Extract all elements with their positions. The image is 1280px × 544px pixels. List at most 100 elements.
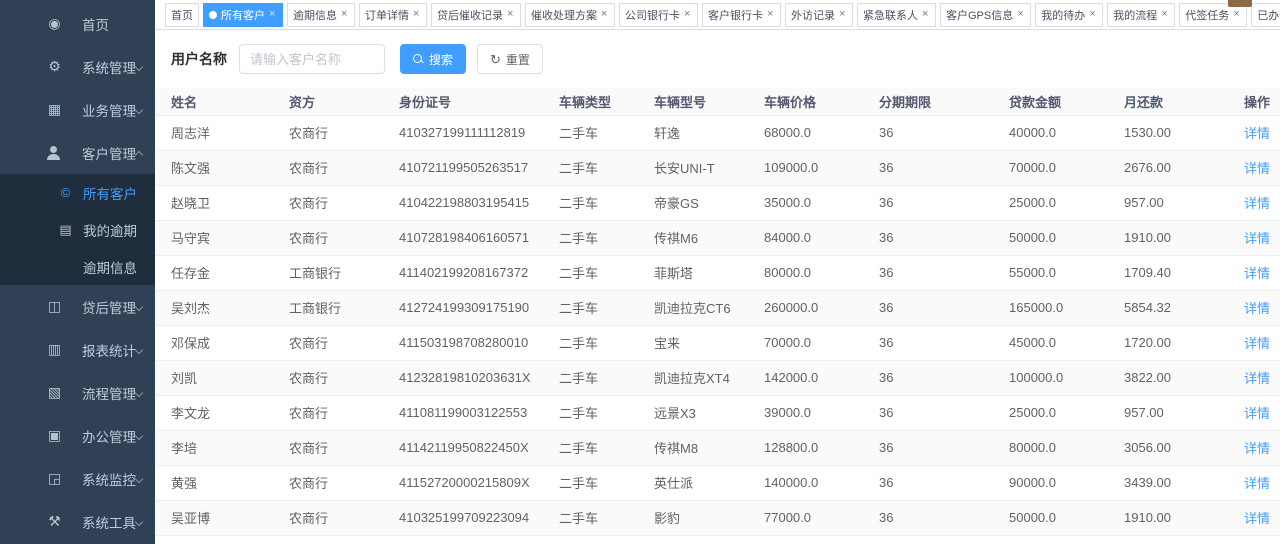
tab-close-icon[interactable]: × (684, 9, 692, 20)
tab-close-icon[interactable]: × (1017, 9, 1025, 20)
tab-订单详情[interactable]: 订单详情 × (359, 3, 427, 27)
detail-link[interactable]: 详情 (1244, 511, 1270, 526)
table-cell-action: 详情 (1244, 115, 1280, 150)
reset-button[interactable]: ↻ 重置 (477, 44, 543, 74)
tab-贷后催收记录[interactable]: 贷后催收记录 × (431, 3, 521, 27)
sidebar-item-我的逾期[interactable]: ▤ 我的逾期 (0, 211, 155, 248)
sidebar-item-办公管理[interactable]: ▣ 办公管理 (0, 414, 155, 457)
table-cell: 黄强 (155, 465, 289, 500)
detail-link[interactable]: 详情 (1244, 336, 1270, 351)
table-cell: 140000.0 (764, 465, 879, 500)
tab-紧急联系人[interactable]: 紧急联系人 × (857, 3, 936, 27)
tab-客户银行卡[interactable]: 客户银行卡 × (702, 3, 781, 27)
detail-link[interactable]: 详情 (1244, 301, 1270, 316)
column-header-资方: 资方 (289, 88, 399, 115)
tab-外访记录[interactable]: 外访记录 × (785, 3, 853, 27)
sidebar-item-贷后管理[interactable]: ◫ 贷后管理 (0, 285, 155, 328)
tab-客户GPS信息[interactable]: 客户GPS信息 × (940, 3, 1031, 27)
sidebar-item-流程管理[interactable]: ▧ 流程管理 (0, 371, 155, 414)
tab-公司银行卡[interactable]: 公司银行卡 × (619, 3, 698, 27)
table-cell-action: 详情 (1244, 325, 1280, 360)
detail-link[interactable]: 详情 (1244, 161, 1270, 176)
tab-已办任务[interactable]: 已办任务 × (1251, 3, 1280, 27)
table-cell: 农商行 (289, 395, 399, 430)
sidebar-menu-top: ◉ 首页 ⚙ 系统管理 ▦ 业务管理 客户管理 (0, 2, 155, 174)
table-cell: 1720.00 (1124, 325, 1244, 360)
customer-name-input[interactable] (239, 44, 385, 74)
table-cell: 赵晓卫 (155, 185, 289, 220)
sidebar-item-逾期信息[interactable]: 逾期信息 (0, 248, 155, 285)
tab-我的待办[interactable]: 我的待办 × (1035, 3, 1103, 27)
main-area: 首页 所有客户 × 逾期信息 × 订单详情 × 贷后催收记录 × 催收处理方案 … (155, 0, 1280, 544)
table-cell: 1910.00 (1124, 220, 1244, 255)
avatar[interactable] (1228, 0, 1252, 7)
table-row: 任存金工商银行411402199208167372二手车菲斯塔80000.036… (155, 255, 1280, 290)
table-cell: 二手车 (559, 465, 654, 500)
tab-我的流程[interactable]: 我的流程 × (1107, 3, 1175, 27)
tab-close-icon[interactable]: × (601, 9, 609, 20)
tab-close-icon[interactable]: × (839, 9, 847, 20)
tab-close-icon[interactable]: × (1089, 9, 1097, 20)
tab-首页[interactable]: 首页 (165, 3, 199, 27)
table-cell: 马守宾 (155, 220, 289, 255)
chevron-up-icon (135, 150, 143, 158)
sidebar-item-系统工具[interactable]: ⚒ 系统工具 (0, 500, 155, 543)
table-cell: 传祺M8 (654, 430, 764, 465)
table-row: 赵晓卫农商行410422198803195415二手车帝豪GS35000.036… (155, 185, 1280, 220)
detail-link[interactable]: 详情 (1244, 406, 1270, 421)
tab-close-icon[interactable]: × (767, 9, 775, 20)
table-cell-action: 详情 (1244, 220, 1280, 255)
table-cell: 3439.00 (1124, 465, 1244, 500)
table-cell: 411402199208167372 (399, 255, 559, 290)
table-cell: 农商行 (289, 325, 399, 360)
sidebar-item-系统监控[interactable]: ◲ 系统监控 (0, 457, 155, 500)
detail-link[interactable]: 详情 (1244, 126, 1270, 141)
table-cell: 36 (879, 500, 1009, 535)
table-cell: 二手车 (559, 535, 654, 544)
table-cell-action: 详情 (1244, 150, 1280, 185)
tab-close-icon[interactable]: × (413, 9, 421, 20)
table-cell: 36 (879, 430, 1009, 465)
table-cell: 二手车 (559, 220, 654, 255)
detail-link[interactable]: 详情 (1244, 231, 1270, 246)
detail-link[interactable]: 详情 (1244, 371, 1270, 386)
table-cell: 410422198803195415 (399, 185, 559, 220)
table-cell: 410327199111112819 (399, 115, 559, 150)
column-header-车辆型号: 车辆型号 (654, 88, 764, 115)
table-cell: 二手车 (559, 115, 654, 150)
sidebar-item-客户管理[interactable]: 客户管理 (0, 131, 155, 174)
sidebar-item-报表统计[interactable]: ▥ 报表统计 (0, 328, 155, 371)
tab-close-icon[interactable]: × (269, 9, 277, 20)
search-button[interactable]: 搜索 (400, 44, 466, 74)
table-cell: 165000.0 (1009, 290, 1124, 325)
tab-逾期信息[interactable]: 逾期信息 × (287, 3, 355, 27)
chevron-down-icon (135, 517, 143, 525)
tab-close-icon[interactable]: × (922, 9, 930, 20)
tab-催收处理方案[interactable]: 催收处理方案 × (525, 3, 615, 27)
table-cell-action: 详情 (1244, 290, 1280, 325)
tab-所有客户[interactable]: 所有客户 × (203, 3, 283, 27)
table-row: 李培农商行41142119950822450X二手车传祺M8128800.036… (155, 430, 1280, 465)
detail-link[interactable]: 详情 (1244, 266, 1270, 281)
detail-link[interactable]: 详情 (1244, 196, 1270, 211)
detail-link[interactable]: 详情 (1244, 441, 1270, 456)
sidebar-menu-bottom: ◫ 贷后管理 ▥ 报表统计 ▧ 流程管理 ▣ 办公管理 ◲ 系统监控 ⚒ 系统工… (0, 285, 155, 543)
tab-close-icon[interactable]: × (341, 9, 349, 20)
sidebar-item-业务管理[interactable]: ▦ 业务管理 (0, 88, 155, 131)
tab-close-icon[interactable]: × (1161, 9, 1169, 20)
table-cell: 84000.0 (764, 220, 879, 255)
column-header-分期期限: 分期期限 (879, 88, 1009, 115)
detail-link[interactable]: 详情 (1244, 476, 1270, 491)
table-row: 黄强农商行41152720000215809X二手车英仕派140000.0369… (155, 465, 1280, 500)
sidebar-item-所有客户[interactable]: © 所有客户 (0, 174, 155, 211)
sidebar-item-系统管理[interactable]: ⚙ 系统管理 (0, 45, 155, 88)
table-cell: 55000.0 (1009, 255, 1124, 290)
table-cell: 25000.0 (1009, 395, 1124, 430)
tab-close-icon[interactable]: × (1233, 9, 1241, 20)
table-cell: 80000.0 (1009, 430, 1124, 465)
tab-close-icon[interactable]: × (507, 9, 515, 20)
sidebar-item-首页[interactable]: ◉ 首页 (0, 2, 155, 45)
table-cell: 68000.0 (764, 115, 879, 150)
column-header-车辆价格: 车辆价格 (764, 88, 879, 115)
my-overdue-icon: ▤ (58, 222, 73, 238)
